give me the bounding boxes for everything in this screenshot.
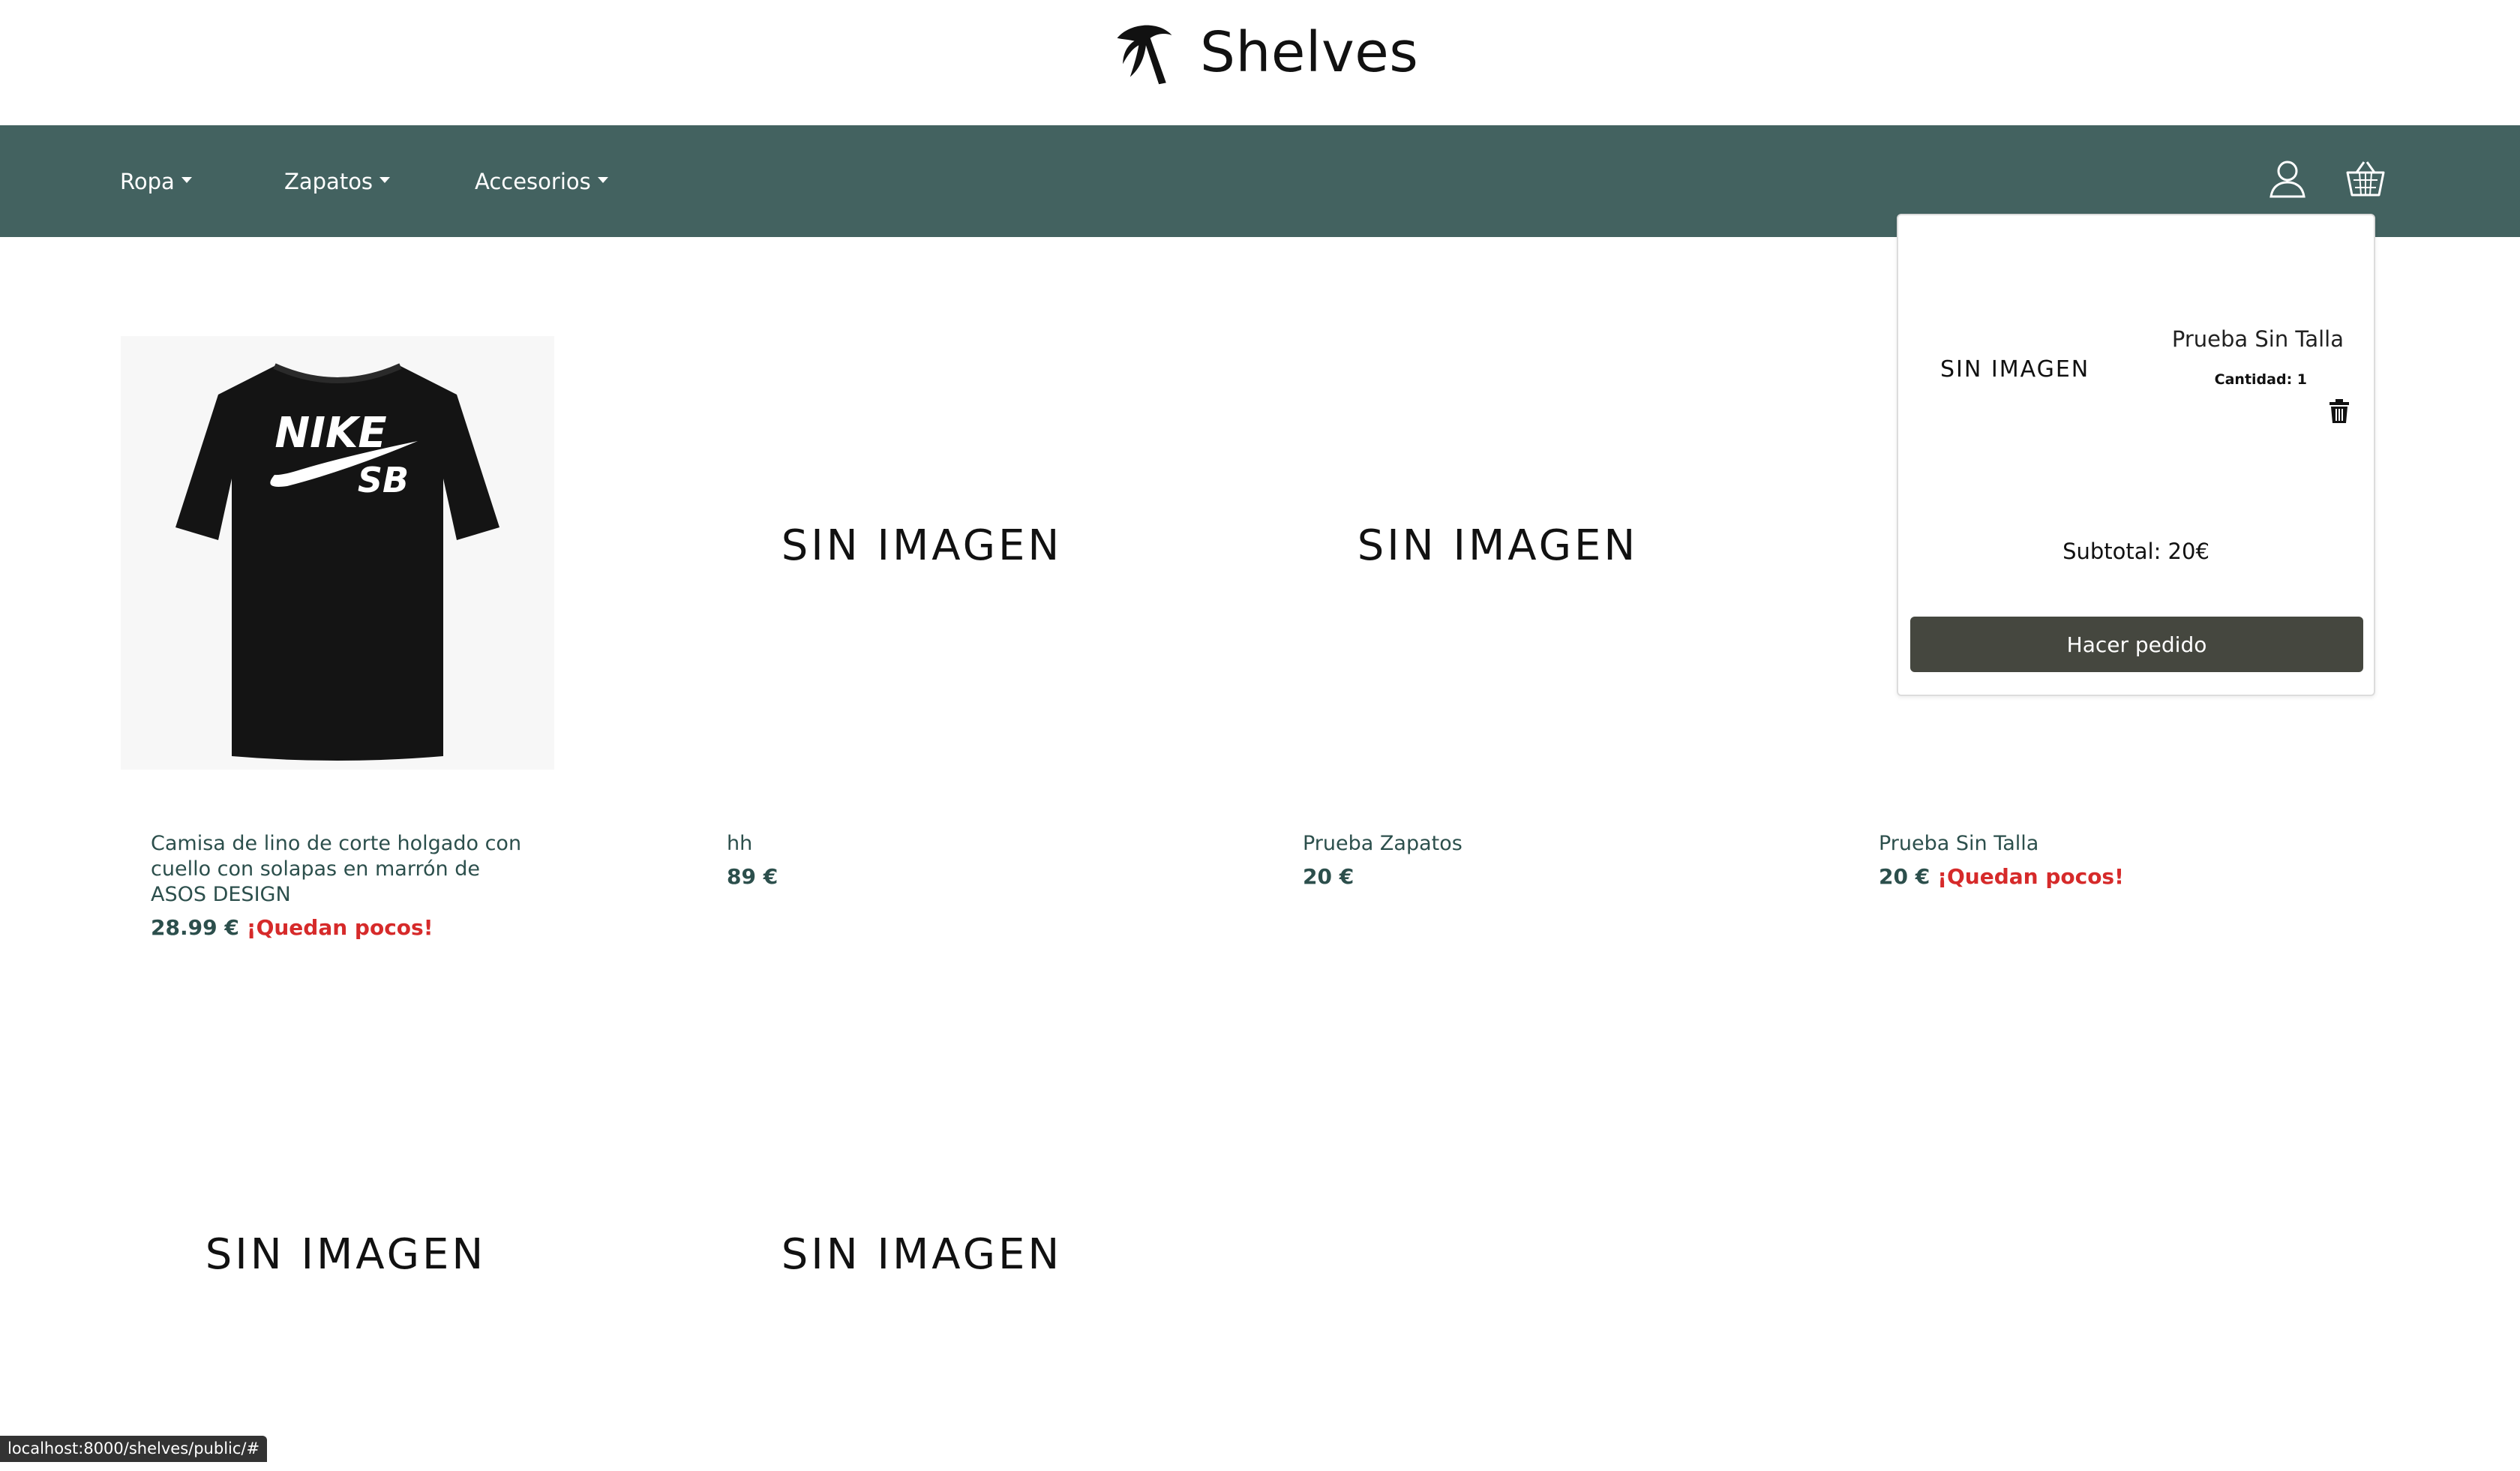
status-bar-url: localhost:8000/shelves/public/# xyxy=(0,1436,268,1462)
product-info: Prueba Zapatos 20 € xyxy=(1303,831,1693,889)
product-image[interactable]: NIKE SB xyxy=(121,336,554,770)
cart-item-image-placeholder: SIN IMAGEN xyxy=(1940,356,2090,383)
caret-down-icon xyxy=(181,176,192,183)
cart-item-quantity: Cantidad: 1 xyxy=(2214,371,2307,388)
product-price: 89 € xyxy=(727,864,778,889)
product-image[interactable]: SIN IMAGEN xyxy=(1281,329,1714,762)
product-price: 28.99 € xyxy=(151,915,239,940)
product-info: Camisa de lino de corte holgado con cuel… xyxy=(151,831,541,940)
brand[interactable]: Shelves xyxy=(1108,15,1418,90)
nav-label-ropa: Ropa xyxy=(120,168,175,194)
no-image-placeholder: SIN IMAGEN xyxy=(781,1229,1063,1279)
product-price: 20 € xyxy=(1879,864,1930,889)
place-order-button[interactable]: Hacer pedido xyxy=(1910,617,2363,672)
product-image[interactable]: SIN IMAGEN xyxy=(705,329,1138,762)
tshirt-image: NIKE SB xyxy=(121,336,554,770)
nav-dropdown-ropa[interactable]: Ropa xyxy=(120,125,192,237)
brand-header: Shelves xyxy=(0,0,2520,125)
price-row: 20 € xyxy=(1303,864,1693,889)
product-name[interactable]: Prueba Zapatos xyxy=(1303,831,1693,857)
nav-label-accesorios: Accesorios xyxy=(475,168,591,194)
trash-icon[interactable] xyxy=(2328,398,2350,424)
nav-dropdown-zapatos[interactable]: Zapatos xyxy=(284,125,391,237)
price-row: 89 € xyxy=(727,864,1117,889)
cart-dropdown: SIN IMAGEN Prueba Sin Talla Cantidad: 1 … xyxy=(1897,214,2375,696)
palm-logo-icon xyxy=(1117,25,1172,85)
product-name[interactable]: hh xyxy=(727,831,1117,857)
product-info: Prueba Sin Talla 20 € ¡Quedan pocos! xyxy=(1879,831,2269,889)
user-icon[interactable] xyxy=(2266,158,2308,200)
brand-name: Shelves xyxy=(1200,20,1419,85)
nav-dropdown-accesorios[interactable]: Accesorios xyxy=(475,125,608,237)
product-image[interactable]: SIN IMAGEN xyxy=(705,1037,1138,1471)
product-image[interactable]: SIN IMAGEN xyxy=(129,1037,562,1471)
product-name[interactable]: Camisa de lino de corte holgado con cuel… xyxy=(151,831,541,908)
svg-text:NIKE: NIKE xyxy=(274,409,386,458)
low-stock-badge: ¡Quedan pocos! xyxy=(246,915,434,940)
cart-subtotal: Subtotal: 20€ xyxy=(2062,539,2210,564)
no-image-placeholder: SIN IMAGEN xyxy=(1357,521,1639,570)
product-info: hh 89 € xyxy=(727,831,1117,889)
cart-item-name[interactable]: Prueba Sin Talla xyxy=(2172,326,2344,352)
price-row: 20 € ¡Quedan pocos! xyxy=(1879,864,2269,889)
caret-down-icon xyxy=(597,176,608,183)
price-row: 28.99 € ¡Quedan pocos! xyxy=(151,915,541,940)
product-price: 20 € xyxy=(1303,864,1354,889)
basket-icon[interactable] xyxy=(2344,158,2386,200)
no-image-placeholder: SIN IMAGEN xyxy=(205,1229,487,1279)
svg-text:SB: SB xyxy=(358,460,409,500)
product-name[interactable]: Prueba Sin Talla xyxy=(1879,831,2269,857)
no-image-placeholder: SIN IMAGEN xyxy=(781,521,1063,570)
caret-down-icon xyxy=(380,176,391,183)
nav-label-zapatos: Zapatos xyxy=(284,168,374,194)
low-stock-badge: ¡Quedan pocos! xyxy=(1937,864,2124,889)
